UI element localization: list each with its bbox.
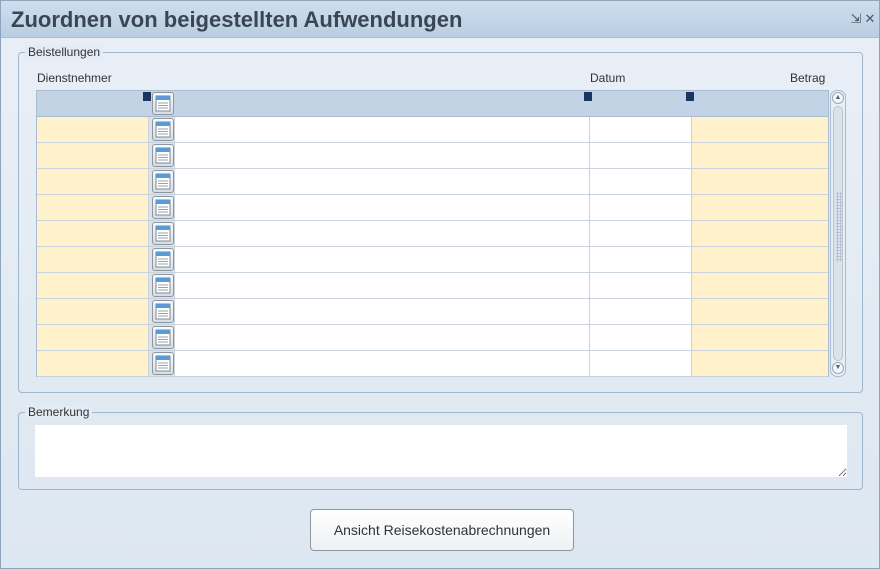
table-row	[37, 325, 828, 351]
table-row	[37, 247, 828, 273]
datum-cell[interactable]	[590, 273, 692, 298]
title-bar: Zuordnen von beigestellten Aufwendungen …	[1, 1, 879, 38]
dienstnehmer-cell[interactable]	[37, 117, 149, 142]
betrag-cell[interactable]	[692, 117, 828, 142]
dienstnehmer-cell[interactable]	[37, 325, 149, 350]
notepad-button-cell	[149, 325, 175, 350]
notepad-button-cell	[149, 169, 175, 194]
dialog-window: Zuordnen von beigestellten Aufwendungen …	[0, 0, 880, 569]
beschreibung-cell[interactable]	[175, 325, 590, 350]
table-row	[37, 143, 828, 169]
datum-cell[interactable]	[590, 325, 692, 350]
notepad-icon[interactable]	[152, 170, 174, 193]
dienstnehmer-cell[interactable]	[37, 299, 149, 324]
betrag-cell[interactable]	[692, 221, 828, 246]
bemerkung-legend: Bemerkung	[25, 405, 93, 419]
datum-cell[interactable]	[590, 351, 692, 376]
header-notepad-button[interactable]	[152, 92, 174, 115]
betrag-cell[interactable]	[692, 273, 828, 298]
table-scrollbar[interactable]: ▲ ▼	[830, 90, 846, 377]
scroll-grip-icon	[836, 192, 842, 262]
beschreibung-cell[interactable]	[175, 221, 590, 246]
notepad-icon[interactable]	[152, 326, 174, 349]
betrag-cell[interactable]	[692, 143, 828, 168]
column-header-datum: Datum	[590, 71, 626, 85]
scroll-up-icon[interactable]: ▲	[832, 92, 844, 104]
dienstnehmer-cell[interactable]	[37, 273, 149, 298]
notepad-icon[interactable]	[152, 300, 174, 323]
beschreibung-cell[interactable]	[175, 247, 590, 272]
notepad-button-cell	[149, 221, 175, 246]
notepad-button-cell	[149, 273, 175, 298]
datum-cell[interactable]	[590, 169, 692, 194]
table-row	[37, 273, 828, 299]
table-row	[37, 221, 828, 247]
bemerkung-textarea[interactable]	[35, 425, 847, 477]
table-header-row	[37, 91, 828, 117]
dienstnehmer-cell[interactable]	[37, 143, 149, 168]
dienstnehmer-cell[interactable]	[37, 169, 149, 194]
table-row	[37, 351, 828, 377]
datum-cell[interactable]	[590, 117, 692, 142]
dienstnehmer-cell[interactable]	[37, 247, 149, 272]
notepad-button-cell	[149, 299, 175, 324]
betrag-cell[interactable]	[692, 351, 828, 376]
notepad-icon[interactable]	[152, 196, 174, 219]
beschreibung-cell[interactable]	[175, 273, 590, 298]
restore-icon[interactable]: ⇲	[849, 11, 863, 27]
beschreibung-cell[interactable]	[175, 351, 590, 376]
scroll-thumb[interactable]	[833, 106, 843, 361]
dienstnehmer-cell[interactable]	[37, 221, 149, 246]
table-row	[37, 195, 828, 221]
notepad-button-cell	[149, 351, 175, 376]
sort-marker-icon[interactable]	[584, 92, 592, 101]
beschreibung-cell[interactable]	[175, 143, 590, 168]
datum-cell[interactable]	[590, 195, 692, 220]
window-title: Zuordnen von beigestellten Aufwendungen	[11, 7, 463, 32]
beschreibung-cell[interactable]	[175, 299, 590, 324]
notepad-button-cell	[149, 247, 175, 272]
datum-cell[interactable]	[590, 299, 692, 324]
column-header-betrag: Betrag	[790, 71, 826, 85]
betrag-cell[interactable]	[692, 169, 828, 194]
beistellungen-legend: Beistellungen	[25, 45, 104, 59]
ansicht-reisekosten-button[interactable]: Ansicht Reisekostenabrechnungen	[310, 509, 574, 551]
notepad-icon[interactable]	[152, 144, 174, 167]
datum-cell[interactable]	[590, 221, 692, 246]
table-row	[37, 169, 828, 195]
notepad-icon[interactable]	[152, 118, 174, 141]
notepad-icon[interactable]	[152, 274, 174, 297]
dienstnehmer-cell[interactable]	[37, 195, 149, 220]
notepad-button-cell	[149, 117, 175, 142]
notepad-button-cell	[149, 195, 175, 220]
scroll-down-icon[interactable]: ▼	[832, 362, 844, 374]
notepad-button-cell	[149, 143, 175, 168]
beistellungen-table	[36, 90, 829, 377]
beschreibung-cell[interactable]	[175, 169, 590, 194]
table-row	[37, 117, 828, 143]
betrag-cell[interactable]	[692, 299, 828, 324]
sort-marker-icon[interactable]	[143, 92, 151, 101]
dienstnehmer-cell[interactable]	[37, 351, 149, 376]
sort-marker-icon[interactable]	[686, 92, 694, 101]
betrag-cell[interactable]	[692, 195, 828, 220]
notepad-icon[interactable]	[152, 352, 174, 375]
column-header-dienstnehmer: Dienstnehmer	[37, 71, 112, 85]
beschreibung-cell[interactable]	[175, 117, 590, 142]
beschreibung-cell[interactable]	[175, 195, 590, 220]
close-icon[interactable]: ✕	[863, 11, 877, 27]
datum-cell[interactable]	[590, 143, 692, 168]
table-row	[37, 299, 828, 325]
betrag-cell[interactable]	[692, 325, 828, 350]
datum-cell[interactable]	[590, 247, 692, 272]
notepad-icon[interactable]	[152, 248, 174, 271]
betrag-cell[interactable]	[692, 247, 828, 272]
notepad-icon[interactable]	[152, 222, 174, 245]
